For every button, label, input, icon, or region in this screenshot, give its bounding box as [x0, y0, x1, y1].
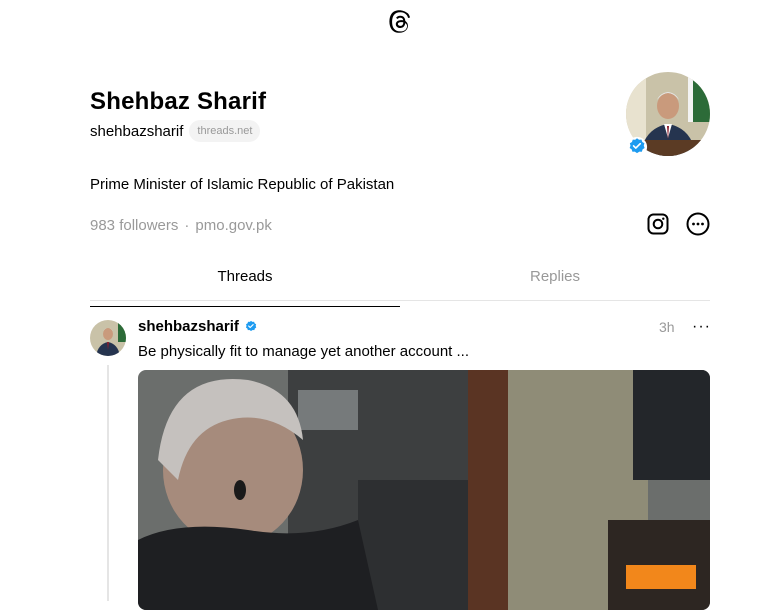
threads-logo-icon[interactable]: [388, 10, 412, 34]
profile-tabs: Threads Replies: [90, 262, 710, 307]
profile-bio: Prime Minister of Islamic Republic of Pa…: [90, 176, 395, 193]
profile-link[interactable]: pmo.gov.pk: [195, 217, 271, 234]
meta-separator: ·: [184, 217, 190, 234]
post-time: 3h: [659, 319, 675, 335]
followers-count[interactable]: 983 followers: [90, 217, 178, 234]
profile-avatar-wrap[interactable]: [626, 72, 710, 158]
profile-name: Shehbaz Sharif: [90, 88, 267, 115]
handle-row: shehbazsharif threads.net: [90, 120, 261, 142]
verified-badge-icon: [626, 136, 648, 158]
post-image[interactable]: [138, 370, 710, 610]
thread-line: [107, 365, 109, 601]
post-username[interactable]: shehbazsharif: [138, 318, 239, 335]
profile-handle: shehbazsharif: [90, 122, 184, 140]
post-header: shehbazsharif: [138, 318, 258, 335]
tab-replies[interactable]: Replies: [400, 262, 710, 300]
post-more-button[interactable]: ···: [692, 318, 711, 336]
more-options-icon[interactable]: [686, 212, 710, 236]
domain-pill[interactable]: threads.net: [189, 120, 261, 142]
profile-meta: 983 followers · pmo.gov.pk: [90, 217, 272, 234]
instagram-icon[interactable]: [646, 212, 670, 236]
verified-badge-icon: [245, 320, 257, 331]
post-text: Be physically fit to manage yet another …: [138, 343, 470, 360]
post-avatar[interactable]: [90, 320, 126, 356]
tab-threads[interactable]: Threads: [90, 262, 400, 307]
